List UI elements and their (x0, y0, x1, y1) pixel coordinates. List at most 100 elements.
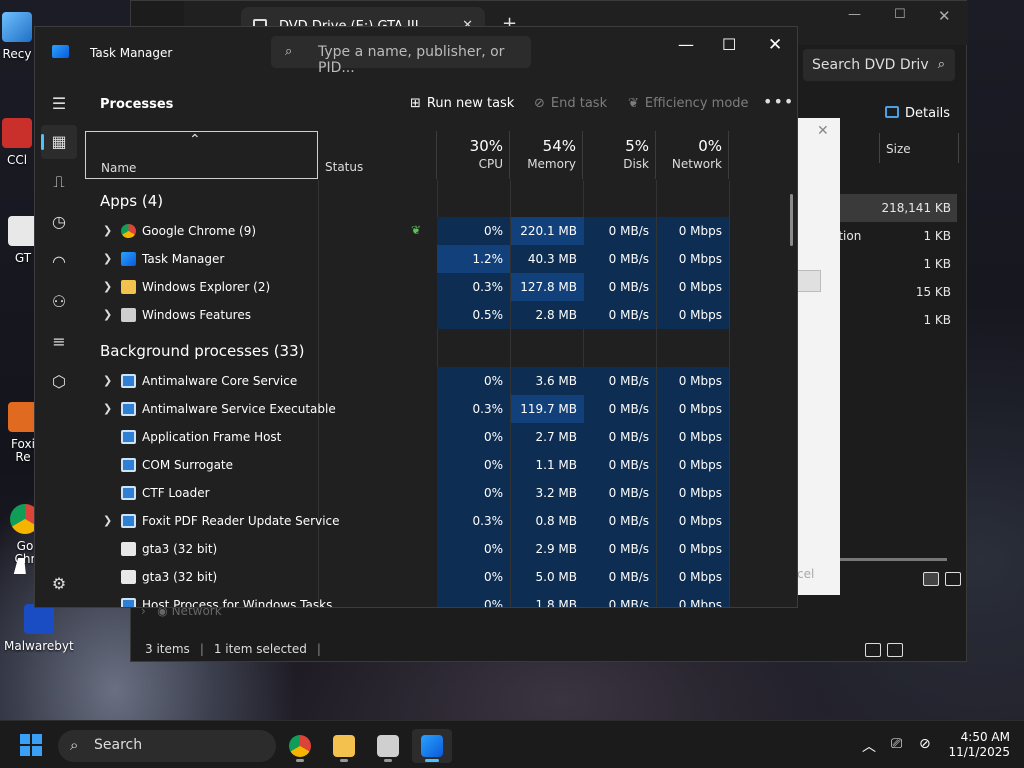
table-row[interactable]: ❯ Antimalware Core Service 0% 3.6 MB 0 M… (85, 367, 729, 395)
nav-details[interactable]: ≡ (41, 325, 77, 359)
nav-users[interactable]: ⚇ (41, 285, 77, 319)
details-view-icon[interactable] (923, 572, 939, 586)
more-options-icon[interactable]: ••• (763, 92, 794, 111)
history-icon: ◷ (52, 212, 66, 231)
group-header-apps: Apps (4) (100, 192, 164, 210)
details-button[interactable]: Details (885, 106, 950, 121)
file-size: 218,141 KB (881, 201, 951, 215)
efficiency-mode-button[interactable]: ❦ Efficiency mode (628, 96, 749, 111)
table-row[interactable]: ❯ Task Manager 1.2% 40.3 MB 0 MB/s 0 Mbp… (85, 245, 729, 273)
size-column-header[interactable]: Size (879, 133, 959, 163)
end-task-button[interactable]: ⊘ End task (534, 96, 607, 111)
table-row[interactable]: ❯ Antimalware Service Executable 0.3% 11… (85, 395, 729, 423)
table-row[interactable]: ❯ Foxit PDF Reader Update Service 0.3% 0… (85, 507, 729, 535)
maximize-icon[interactable]: ☐ (722, 35, 736, 54)
chevron-up-icon[interactable]: ︿ (862, 736, 876, 756)
run-new-task-button[interactable]: ⊞ Run new task (410, 96, 514, 111)
gta3-icon (121, 542, 136, 556)
volume-muted-icon[interactable]: ⊘ (919, 736, 931, 752)
cpu-cell: 0% (437, 563, 510, 591)
table-row[interactable]: gta3 (32 bit) 0% 5.0 MB 0 MB/s 0 Mbps (85, 563, 729, 591)
malwarebytes-shortcut[interactable]: Malwarebytes (4, 604, 74, 653)
taskbar-app-task-manager[interactable] (412, 729, 452, 763)
disk-cell: 0 MB/s (584, 507, 656, 535)
process-search-input[interactable]: ⌕ Type a name, publisher, or PID... (271, 36, 531, 76)
chevron-right-icon[interactable]: ❯ (103, 224, 112, 237)
explorer-search-input[interactable]: Search DVD Driv ⌕ (803, 49, 955, 81)
table-row[interactable]: Application Frame Host 0% 2.7 MB 0 MB/s … (85, 423, 729, 451)
nav-startup-apps[interactable]: ◠ (41, 245, 77, 279)
network-cell: 0 Mbps (657, 217, 729, 245)
file-row[interactable]: 15 KB (831, 278, 957, 306)
nav-services[interactable]: ⬡ (41, 365, 77, 399)
hamburger-menu-icon[interactable]: ☰ (41, 87, 77, 121)
chevron-right-icon[interactable]: ❯ (103, 514, 112, 527)
table-row[interactable]: ❯ Windows Explorer (2) 0.3% 127.8 MB 0 M… (85, 273, 729, 301)
chevron-right-icon[interactable]: ❯ (103, 280, 112, 293)
network-cell: 0 Mbps (657, 301, 729, 329)
network-total: 0% (698, 137, 722, 155)
vertical-scrollbar[interactable] (790, 194, 793, 246)
network-icon[interactable]: ⎚ (891, 736, 902, 752)
cpu-column-header[interactable]: 30% CPU (438, 131, 510, 179)
horizontal-scrollbar[interactable] (831, 558, 947, 561)
windows-logo-icon (32, 746, 42, 756)
taskbar-app-file-explorer[interactable] (324, 729, 364, 763)
file-row[interactable]: ation 1 KB (831, 222, 957, 250)
chevron-right-icon[interactable]: ❯ (103, 308, 112, 321)
table-row[interactable]: Host Process for Windows Tasks 0% 1.8 MB… (85, 591, 729, 607)
file-row[interactable]: t 1 KB (831, 306, 957, 334)
chevron-right-icon[interactable]: ❯ (103, 374, 112, 387)
chevron-right-icon[interactable]: ❯ (103, 252, 112, 265)
memory-cell: 119.7 MB (511, 395, 584, 423)
nav-app-history[interactable]: ◷ (41, 205, 77, 239)
run-new-task-label: Run new task (426, 96, 515, 111)
details-view-icon[interactable] (865, 643, 881, 657)
taskbar-app-chrome[interactable] (280, 729, 320, 763)
service-window-icon (121, 514, 136, 528)
chevron-right-icon[interactable]: ❯ (103, 402, 112, 415)
start-button[interactable] (20, 734, 42, 756)
tiles-view-icon[interactable] (945, 572, 961, 586)
table-row[interactable]: ❯ Windows Features 0.5% 2.8 MB 0 MB/s 0 … (85, 301, 729, 329)
memory-column-header[interactable]: 54% Memory (511, 131, 583, 179)
cpu-cell: 0% (437, 479, 510, 507)
task-manager-icon (121, 252, 136, 266)
table-row[interactable]: CTF Loader 0% 3.2 MB 0 MB/s 0 Mbps (85, 479, 729, 507)
process-name: Antimalware Core Service (142, 374, 298, 388)
table-row[interactable]: COM Surrogate 0% 1.1 MB 0 MB/s 0 Mbps (85, 451, 729, 479)
nav-settings[interactable]: ⚙ (41, 567, 77, 601)
windows-features-icon (121, 308, 136, 322)
memory-cell: 2.7 MB (511, 423, 584, 451)
nav-performance[interactable]: ⎍ (41, 165, 77, 199)
task-manager-window[interactable]: Task Manager ⌕ Type a name, publisher, o… (34, 26, 798, 608)
close-icon[interactable]: ✕ (768, 35, 782, 55)
disk-column-header[interactable]: 5% Disk (584, 131, 656, 179)
taskbar-search-box[interactable]: ⌕ Search (58, 730, 276, 762)
column-label: Name (101, 161, 137, 175)
table-row[interactable]: ❯ Google Chrome (9) ❦ 0% 220.1 MB 0 MB/s… (85, 217, 729, 245)
network-column-header[interactable]: 0% Network (657, 131, 729, 179)
file-row[interactable]: t 1 KB (831, 250, 957, 278)
file-row[interactable]: 218,141 KB (831, 194, 957, 222)
cancel-button[interactable]: cel (797, 567, 814, 581)
status-column-header[interactable]: Status (319, 131, 437, 179)
taskbar-app-windows-features[interactable] (368, 729, 408, 763)
maximize-icon[interactable]: ☐ (894, 7, 906, 22)
view-toggle (917, 571, 961, 590)
minimize-icon[interactable]: — (678, 35, 694, 54)
properties-dialog[interactable]: ✕ cel (797, 118, 840, 595)
task-manager-icon (52, 45, 69, 58)
tiles-view-icon[interactable] (887, 643, 903, 657)
close-icon[interactable]: ✕ (938, 7, 951, 25)
minimize-icon[interactable]: — (848, 7, 861, 22)
close-icon[interactable]: ✕ (817, 123, 829, 139)
process-name: Windows Explorer (2) (142, 280, 271, 294)
clock[interactable]: 4:50 AM 11/1/2025 (944, 730, 1010, 760)
name-column-header[interactable]: ⌃ Name (85, 131, 318, 179)
process-name: COM Surrogate (142, 458, 234, 472)
dialog-input[interactable] (797, 270, 821, 292)
table-row[interactable]: gta3 (32 bit) 0% 2.9 MB 0 MB/s 0 Mbps (85, 535, 729, 563)
nav-processes[interactable]: ▦ (41, 125, 77, 159)
disk-cell: 0 MB/s (584, 451, 656, 479)
